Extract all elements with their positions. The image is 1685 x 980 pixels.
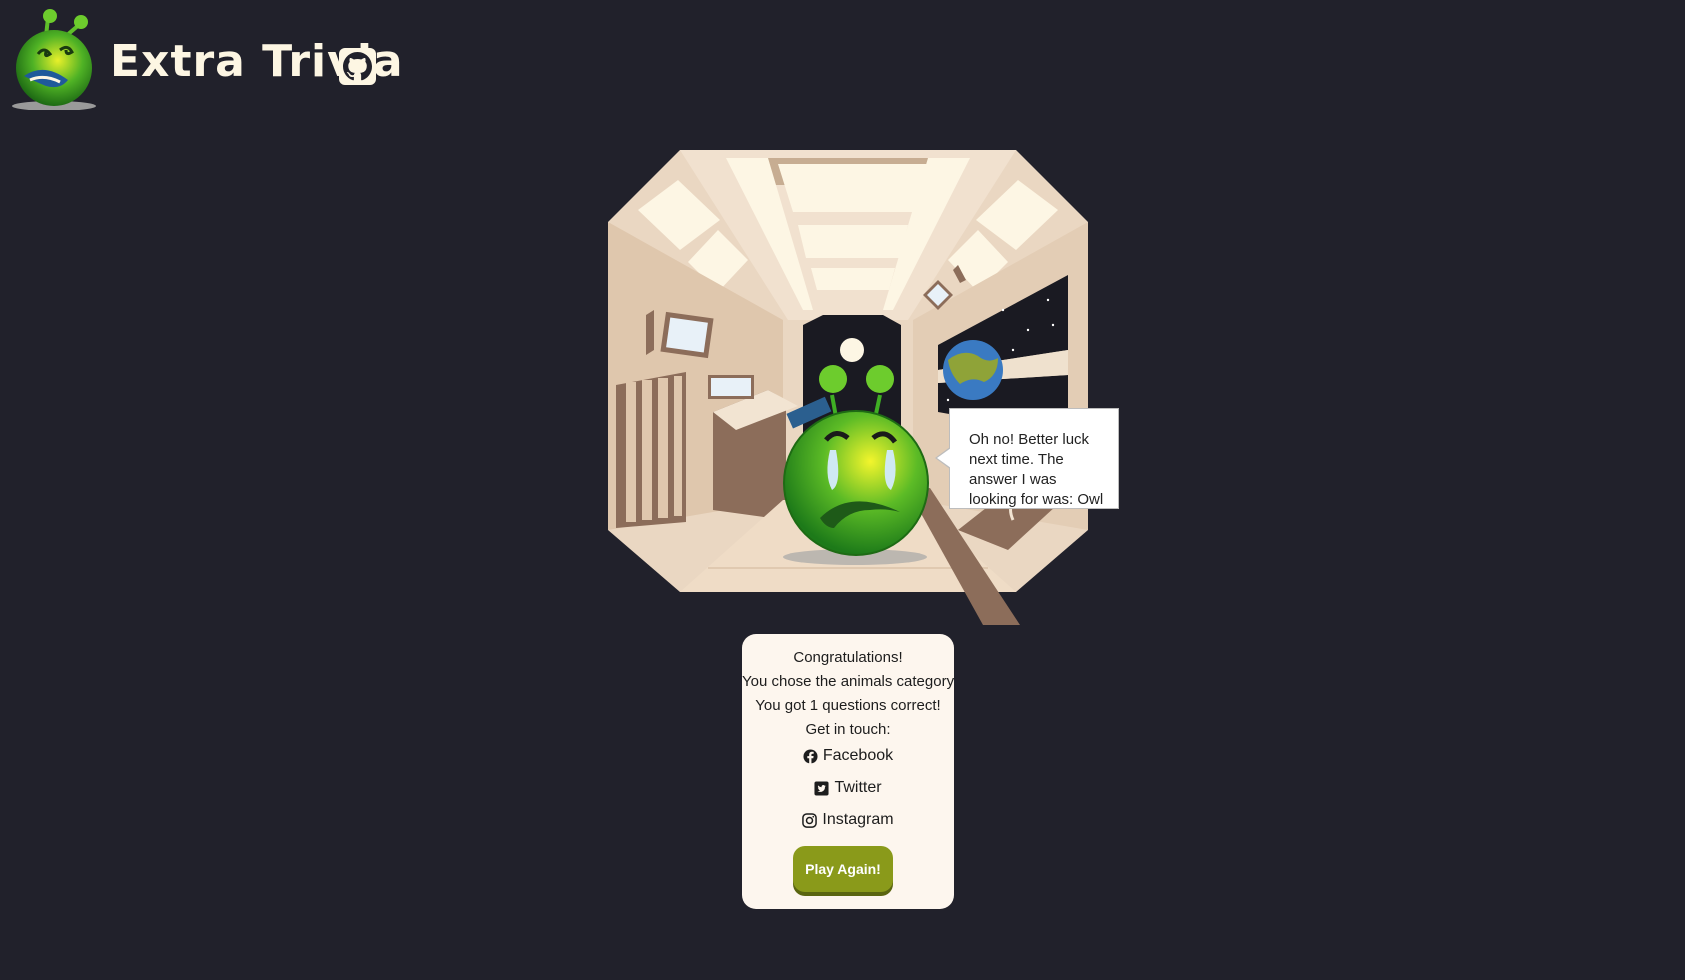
instagram-label: Instagram (822, 811, 894, 828)
score-text: You got 1 questions correct! (755, 697, 941, 714)
facebook-icon (803, 748, 818, 764)
alien-logo-icon (12, 9, 96, 110)
instagram-icon (802, 812, 818, 828)
twitter-link[interactable]: Twitter (742, 779, 954, 797)
facebook-label: Facebook (822, 747, 894, 764)
category-text: You chose the animals category (742, 673, 955, 690)
play-again-button[interactable]: Play Again! (793, 846, 893, 892)
facebook-link[interactable]: Facebook (742, 747, 954, 765)
contact-heading: Get in touch: (805, 721, 891, 738)
page: Extra Trivia Oh no! Better luck next tim… (0, 0, 1685, 980)
twitter-label: Twitter (834, 779, 882, 796)
congrats-text: Congratulations! (793, 649, 903, 666)
speech-bubble: Oh no! Better luck next time. The answer… (935, 408, 1119, 509)
github-icon (343, 52, 372, 81)
spaceship-scene (608, 150, 1088, 625)
results-card: Congratulations! You chose the animals c… (742, 634, 954, 909)
twitter-icon (814, 780, 829, 796)
github-link[interactable] (339, 48, 376, 85)
instagram-link[interactable]: Instagram (742, 811, 954, 829)
